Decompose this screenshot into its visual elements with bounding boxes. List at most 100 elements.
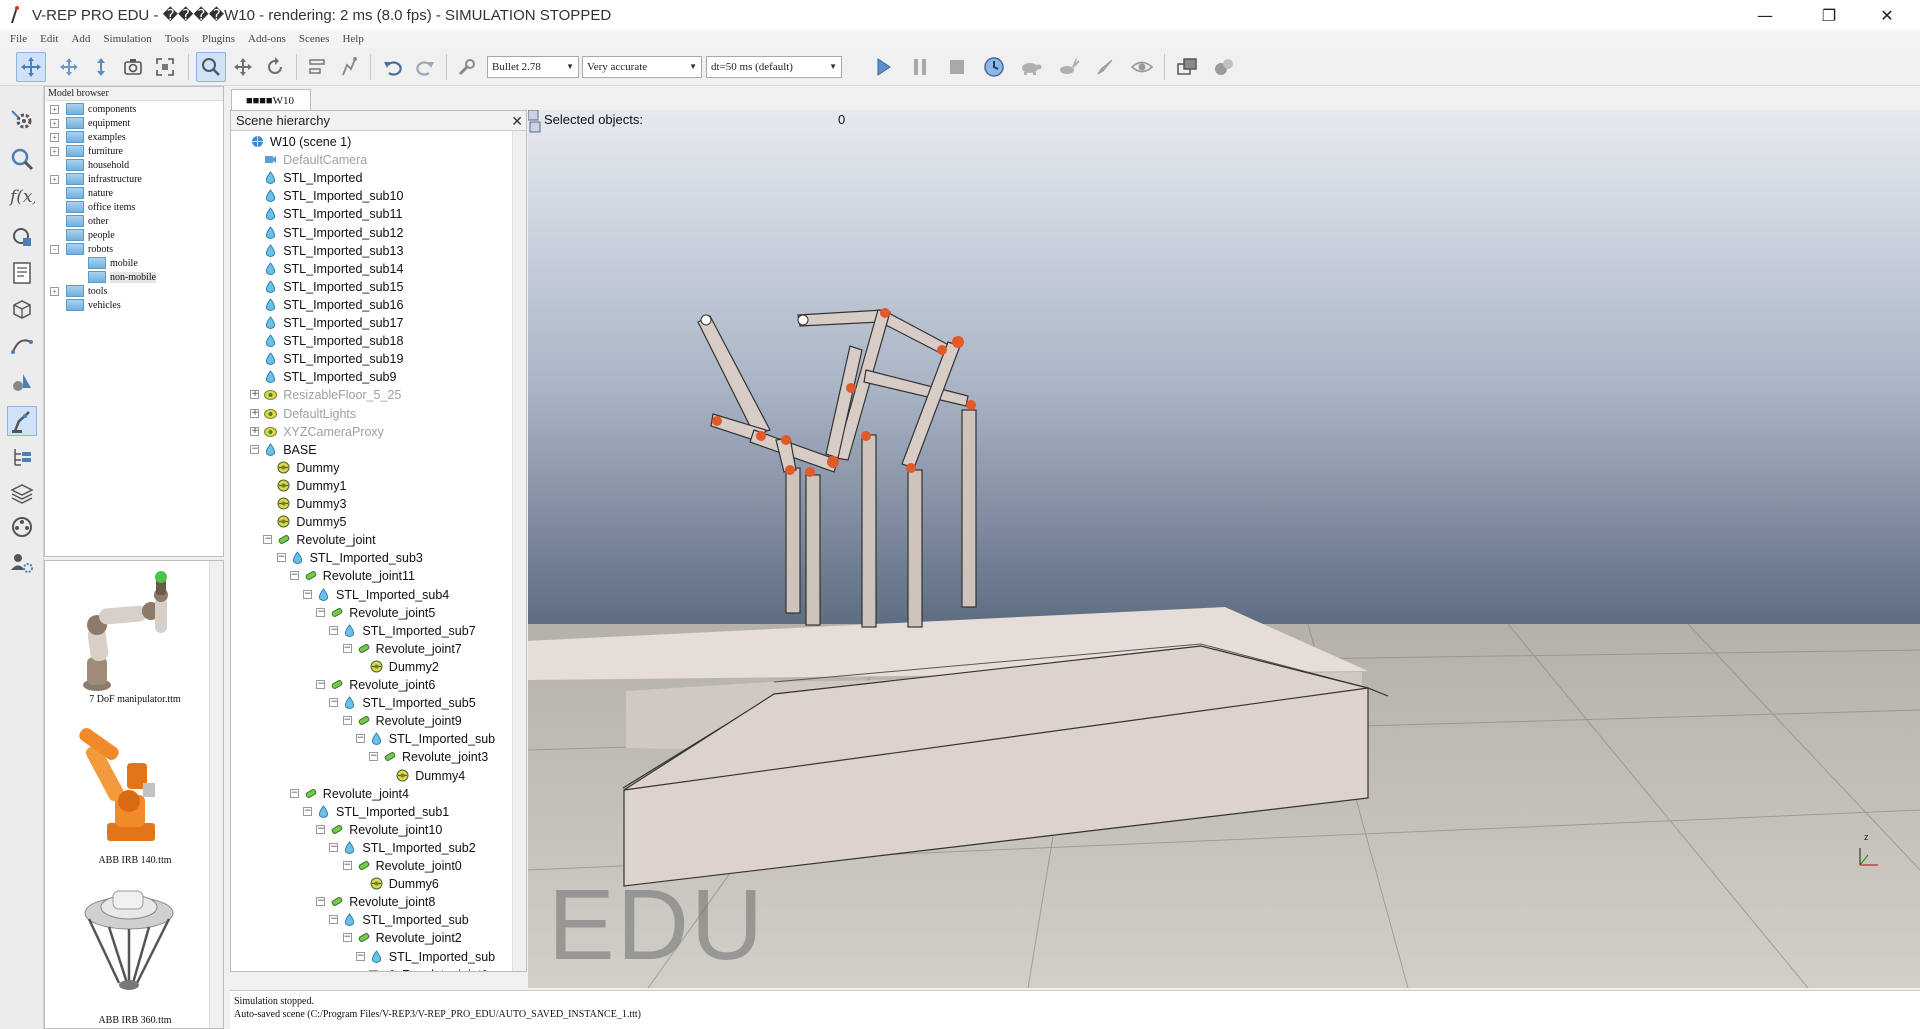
hierarchy-item[interactable]: STL_Imported_sub16 bbox=[264, 296, 403, 314]
tree-expander[interactable]: − bbox=[369, 969, 378, 971]
shape-edit-button[interactable] bbox=[7, 294, 37, 324]
menu-tools[interactable]: Tools bbox=[165, 33, 189, 45]
hierarchy-item[interactable]: STL_Imported_sub7 bbox=[343, 622, 476, 640]
assemble-button[interactable] bbox=[302, 52, 332, 82]
tree-expander[interactable]: − bbox=[289, 788, 299, 798]
threaded-rendering-button[interactable] bbox=[1090, 52, 1120, 82]
model-folder-examples[interactable]: + examples bbox=[50, 130, 126, 144]
expander-toggle[interactable]: + bbox=[50, 118, 59, 128]
timestep-select[interactable]: dt=50 ms (default) ▼ bbox=[706, 56, 842, 78]
hierarchy-item[interactable]: STL_Imported_sub11 bbox=[264, 205, 402, 223]
menu-file[interactable]: File bbox=[10, 33, 27, 45]
tree-expander[interactable]: − bbox=[342, 716, 352, 726]
model-folder-robots[interactable]: − robots bbox=[50, 242, 113, 256]
page-selector-button[interactable] bbox=[1172, 52, 1202, 82]
hierarchy-item[interactable]: STL_Imported bbox=[264, 169, 362, 187]
hierarchy-item[interactable]: STL_Imported_sub1 bbox=[317, 803, 449, 821]
model-folder-mobile[interactable]: mobile bbox=[72, 256, 138, 270]
hierarchy-item[interactable]: XYZCameraProxy bbox=[264, 423, 384, 441]
expander-toggle[interactable]: − bbox=[50, 244, 59, 254]
start-simulation-button[interactable] bbox=[868, 52, 898, 82]
scene-hierarchy-toggle-button[interactable] bbox=[7, 442, 37, 472]
expander-toggle[interactable]: + bbox=[50, 286, 59, 296]
object-shift-button[interactable] bbox=[228, 52, 258, 82]
fit-to-view-button[interactable] bbox=[150, 52, 180, 82]
tree-expander[interactable]: − bbox=[316, 824, 326, 834]
restore-button[interactable]: ❐ bbox=[1806, 0, 1852, 30]
3d-viewport[interactable]: z bbox=[528, 110, 1920, 988]
hierarchy-item[interactable]: Dummy3 bbox=[277, 495, 346, 513]
dynamics-toggle-button[interactable] bbox=[452, 52, 482, 82]
hierarchy-item[interactable]: ResizableFloor_5_25 bbox=[264, 386, 401, 404]
menu-addons[interactable]: Add-ons bbox=[248, 33, 286, 45]
physics-engine-select[interactable]: Bullet 2.78 ▼ bbox=[487, 56, 579, 78]
hierarchy-item[interactable]: Revolute_joint0 bbox=[357, 857, 462, 875]
tree-expander[interactable]: − bbox=[303, 589, 312, 599]
camera-rotate-button[interactable] bbox=[54, 52, 84, 82]
abb-irb360-thumbnail[interactable] bbox=[67, 883, 207, 1011]
model-folder-household[interactable]: household bbox=[50, 158, 129, 172]
expander-toggle[interactable]: + bbox=[50, 132, 59, 142]
tree-expander[interactable]: − bbox=[276, 553, 286, 563]
hierarchy-item[interactable]: STL_Imported_sub4 bbox=[317, 586, 449, 604]
camera-pan-button[interactable] bbox=[16, 52, 46, 82]
hierarchy-item[interactable]: Dummy bbox=[277, 459, 339, 477]
pause-simulation-button[interactable] bbox=[905, 52, 935, 82]
model-folder-people[interactable]: people bbox=[50, 228, 115, 242]
tree-expander[interactable]: − bbox=[303, 806, 312, 816]
click-select-button[interactable] bbox=[196, 52, 226, 82]
close-window-button[interactable]: ✕ bbox=[1864, 0, 1910, 30]
hierarchy-item[interactable]: STL_Imported_sub3 bbox=[291, 549, 423, 567]
transfer-dna-button[interactable] bbox=[334, 52, 364, 82]
slow-down-button[interactable] bbox=[1016, 52, 1046, 82]
hierarchy-item[interactable]: Revolute_joint9 bbox=[357, 712, 462, 730]
speed-up-button[interactable] bbox=[1053, 52, 1083, 82]
tree-expander[interactable]: + bbox=[250, 426, 260, 436]
tree-expander[interactable]: − bbox=[355, 951, 365, 961]
object-properties-button[interactable] bbox=[7, 144, 37, 174]
stop-simulation-button[interactable] bbox=[942, 52, 972, 82]
hierarchy-item[interactable]: Dummy2 bbox=[370, 658, 439, 676]
tree-expander[interactable]: − bbox=[329, 915, 339, 925]
hierarchy-item[interactable]: Revolute_joint6 bbox=[330, 676, 435, 694]
camera-shift-button[interactable] bbox=[86, 52, 116, 82]
menu-plugins[interactable]: Plugins bbox=[202, 33, 235, 45]
hierarchy-item[interactable]: STL_Imported_sub18 bbox=[264, 332, 403, 350]
accuracy-select[interactable]: Very accurate ▼ bbox=[582, 56, 702, 78]
hierarchy-item[interactable]: Revolute_joint bbox=[277, 531, 376, 549]
redo-button[interactable] bbox=[410, 52, 440, 82]
hierarchy-item[interactable]: STL_Imported_sub9 bbox=[264, 368, 396, 386]
layers-button[interactable] bbox=[7, 478, 37, 508]
tree-expander[interactable]: − bbox=[289, 571, 299, 581]
model-folder-equipment[interactable]: + equipment bbox=[50, 116, 130, 130]
hierarchy-item[interactable]: STL_Imported_sub bbox=[370, 730, 495, 748]
hierarchy-scrollbar[interactable] bbox=[512, 131, 526, 971]
hierarchy-item[interactable]: Dummy5 bbox=[277, 513, 346, 531]
hierarchy-item[interactable]: STL_Imported_sub bbox=[370, 948, 495, 966]
model-folder-non-mobile[interactable]: non-mobile bbox=[72, 270, 157, 284]
model-folder-nature[interactable]: nature bbox=[50, 186, 113, 200]
hierarchy-item[interactable]: Revolute_joint5 bbox=[330, 604, 435, 622]
video-recorder-button[interactable] bbox=[7, 512, 37, 542]
thumbnails-scrollbar[interactable] bbox=[209, 561, 223, 1028]
simulation-settings-button[interactable] bbox=[7, 104, 37, 134]
model-folder-tools[interactable]: + tools bbox=[50, 284, 107, 298]
hierarchy-item[interactable]: Dummy1 bbox=[277, 477, 346, 495]
hierarchy-item[interactable]: STL_Imported_sub19 bbox=[264, 350, 403, 368]
expander-toggle[interactable]: + bbox=[50, 174, 59, 184]
tree-expander[interactable]: − bbox=[316, 680, 326, 689]
undo-button[interactable] bbox=[378, 52, 408, 82]
hierarchy-item[interactable]: Revolute_joint8 bbox=[330, 893, 435, 911]
scene-selector-button[interactable] bbox=[1209, 52, 1239, 82]
hierarchy-item[interactable]: Revolute_joint2 bbox=[357, 929, 462, 947]
calculation-modules-button[interactable]: f(x) bbox=[7, 180, 37, 210]
path-edit-button[interactable] bbox=[7, 330, 37, 360]
hierarchy-item[interactable]: STL_Imported_sub5 bbox=[343, 694, 476, 712]
menu-help[interactable]: Help bbox=[342, 33, 363, 45]
collections-button[interactable] bbox=[7, 222, 37, 252]
hierarchy-item[interactable]: STL_Imported_sub17 bbox=[264, 314, 403, 332]
hierarchy-item[interactable]: DefaultCamera bbox=[264, 151, 367, 169]
tree-expander[interactable]: − bbox=[250, 444, 260, 454]
model-folder-other[interactable]: other bbox=[50, 214, 109, 228]
close-hierarchy-button[interactable]: ✕ bbox=[511, 111, 523, 131]
